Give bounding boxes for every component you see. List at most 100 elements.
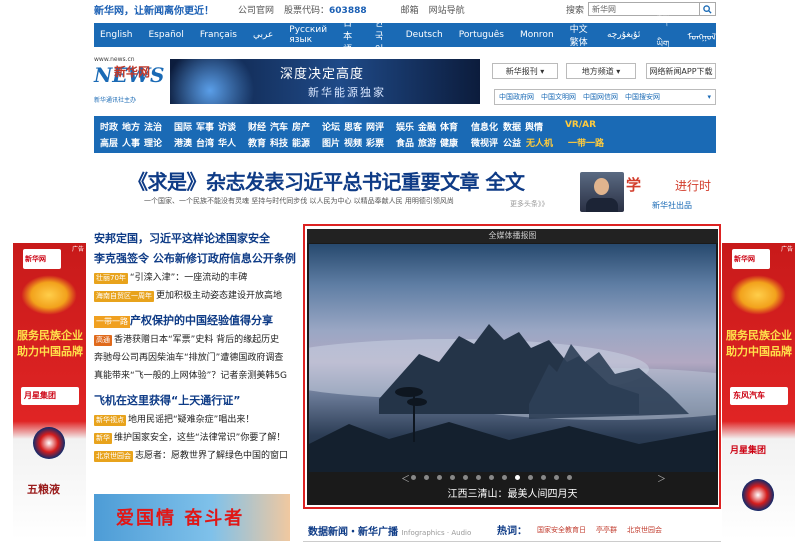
nav-item[interactable]: 地方 [120, 120, 142, 133]
lang-mongolian[interactable]: ᠮᠣᠩᠭᠣᠯ [688, 27, 716, 43]
slide-dot[interactable] [424, 475, 429, 480]
slide-dot[interactable] [450, 475, 455, 480]
nav-item[interactable]: 高层 [98, 136, 120, 149]
nav-item[interactable]: 信息化 [468, 120, 501, 133]
slide-dot[interactable] [554, 475, 559, 480]
gov-link[interactable]: 中国政府网 [499, 92, 534, 102]
chevron-down-icon[interactable]: ▾ [707, 93, 711, 101]
slide-photo[interactable] [309, 244, 716, 472]
nav-item[interactable]: 财经 [246, 120, 268, 133]
hot-word[interactable]: 国家安全教育日 [537, 525, 586, 535]
top-headline[interactable]: 《求是》杂志发表习近平总书记重要文章 全文 [128, 166, 525, 195]
company-site-link[interactable]: 公司官网 [238, 3, 274, 16]
nav-item[interactable]: 思客 [342, 120, 364, 133]
nav-item[interactable]: 法治 [142, 120, 164, 133]
nav-item[interactable]: 数据 [501, 120, 523, 133]
news-item[interactable]: 新华 维护国家安全，这些“法律常识”你要了解！ [94, 429, 294, 447]
slide-caption[interactable]: 江西三清山：最美人间四月天 [307, 485, 718, 500]
mail-link[interactable]: 邮箱 [401, 3, 419, 16]
nav-item[interactable]: 教育 [246, 136, 268, 149]
nav-item[interactable]: 国际 [172, 120, 194, 133]
nav-item[interactable]: 港澳 [172, 136, 194, 149]
newspaper-select[interactable]: 新华报刊 ▾ [492, 63, 558, 79]
app-download-button[interactable]: 网络新闻APP下载 [646, 63, 716, 79]
news-headline[interactable]: 飞机在这里获得“上天通行证” [94, 391, 294, 411]
news-item[interactable]: 真能带来“飞一般的上网体验”？记者亲测美韩5G [94, 367, 294, 385]
right-side-ad[interactable]: 广告 新华网 服务民族企业 助力中国品牌 东风汽车 月星集团 [722, 243, 795, 540]
slide-dot[interactable] [502, 475, 507, 480]
safety-link[interactable]: 中国搜安网 [625, 92, 660, 102]
data-news-section[interactable]: 数据新闻・新华广播 Infographics · Audio [308, 523, 471, 538]
nav-item[interactable]: 旅游 [416, 136, 438, 149]
nav-item[interactable]: 微视评 [468, 136, 501, 149]
lang-russian[interactable]: Русский язык [289, 25, 327, 45]
header-banner-ad[interactable]: 深度决定高度 新华能源独家 [170, 59, 480, 104]
nav-item[interactable]: 访谈 [216, 120, 238, 133]
nav-item[interactable]: 健康 [438, 136, 460, 149]
slide-dot[interactable] [411, 475, 416, 480]
xue-xi-banner[interactable]: 学 进行时 新华社出品 [580, 172, 720, 212]
lang-traditional-chinese[interactable]: 中文繁体 [570, 22, 591, 48]
nav-item[interactable]: 军事 [194, 120, 216, 133]
nav-item[interactable]: 理论 [142, 136, 164, 149]
nav-item[interactable]: 华人 [216, 136, 238, 149]
headline-subline[interactable]: 一个国家、一个民族不能没有灵魂 坚持与时代同步伐 以人民为中心 以精品奉献人民 … [144, 196, 454, 206]
cac-link[interactable]: 中国网信网 [583, 92, 618, 102]
news-item[interactable]: 新华视点 地用民谣把“疑难杂症”唱出来！ [94, 411, 294, 429]
slide-dot[interactable] [567, 475, 572, 480]
slide-dot[interactable] [463, 475, 468, 480]
nav-item[interactable]: 时政 [98, 120, 120, 133]
hot-word[interactable]: 北京世园会 [627, 525, 662, 535]
news-headline[interactable]: 一带一路 产权保护的中国经验值得分享 [94, 311, 294, 331]
nav-item[interactable]: 无人机 [523, 136, 556, 149]
slide-dot[interactable] [437, 475, 442, 480]
lang-german[interactable]: Deutsch [406, 30, 443, 40]
slide-dot[interactable] [528, 475, 533, 480]
news-headline[interactable]: 李克强签令 公布新修订政府信息公开条例 [94, 249, 296, 269]
lang-monron[interactable]: Monron [520, 30, 554, 40]
nav-item[interactable]: 公益 [501, 136, 523, 149]
nav-item[interactable]: 娱乐 [394, 120, 416, 133]
site-nav-link[interactable]: 网站导航 [429, 3, 465, 16]
nav-item[interactable]: 网评 [364, 120, 386, 133]
lang-arabic[interactable]: عربي [253, 30, 273, 40]
site-logo[interactable]: www.news.cn NEWS 新华网 新华通讯社主办 [94, 55, 166, 105]
hot-word[interactable]: 亭亭群 [596, 525, 617, 535]
lang-uyghur[interactable]: ئۇيغۇرچە [607, 30, 640, 40]
nav-item[interactable]: 科技 [268, 136, 290, 149]
patriot-banner[interactable]: 爱国情 奋斗者 [94, 494, 290, 541]
slide-dot[interactable] [515, 475, 520, 480]
search-icon[interactable] [700, 2, 716, 16]
news-headline[interactable]: 安邦定国，习近平这样论述国家安全 [94, 229, 294, 249]
next-slide-arrow[interactable]: ＞ [657, 472, 666, 485]
nav-item[interactable]: 食品 [394, 136, 416, 149]
nav-item[interactable]: 能源 [290, 136, 312, 149]
photo-slideshow[interactable]: 全媒体播报图 ＜ ＞ 江西三清山：最美人间四月天 [307, 229, 718, 505]
lang-korean[interactable]: 한국어 [375, 16, 390, 55]
nav-item[interactable]: 汽车 [268, 120, 290, 133]
nav-item[interactable]: 体育 [438, 120, 460, 133]
news-item[interactable]: 奔驰母公司再因柴油车“排放门”遭德国政府调查 [94, 349, 294, 367]
nav-item[interactable]: 金融 [416, 120, 438, 133]
local-channel-select[interactable]: 地方频道 ▾ [566, 63, 636, 79]
nav-item[interactable]: 人事 [120, 136, 142, 149]
lang-portuguese[interactable]: Português [459, 30, 504, 40]
lang-spanish[interactable]: Español [149, 30, 184, 40]
lang-english[interactable]: English [100, 30, 133, 40]
prev-slide-arrow[interactable]: ＜ [401, 472, 410, 485]
nav-item[interactable]: 彩票 [364, 136, 386, 149]
lang-french[interactable]: Français [200, 30, 237, 40]
news-item[interactable]: 壮丽70年 “引滦入津”：一座流动的丰碑 [94, 269, 294, 287]
nav-item[interactable]: 一带一路 [564, 136, 608, 149]
slide-dot[interactable] [541, 475, 546, 480]
nav-item[interactable]: 视频 [342, 136, 364, 149]
nav-item[interactable]: 台湾 [194, 136, 216, 149]
slide-dot[interactable] [489, 475, 494, 480]
left-side-ad[interactable]: 广告 新华网 服务民族企业 助力中国品牌 月星集团 五粮液 [13, 243, 86, 540]
nav-item[interactable]: VR/AR [553, 120, 608, 133]
lang-tibetan[interactable]: བོད་ཡིག [656, 10, 671, 60]
news-item[interactable]: 海南自贸区一周年 更加积极主动姿态建设开放高地 [94, 287, 294, 305]
nav-item[interactable]: 房产 [290, 120, 312, 133]
slide-dot[interactable] [476, 475, 481, 480]
search-input[interactable] [588, 2, 700, 16]
